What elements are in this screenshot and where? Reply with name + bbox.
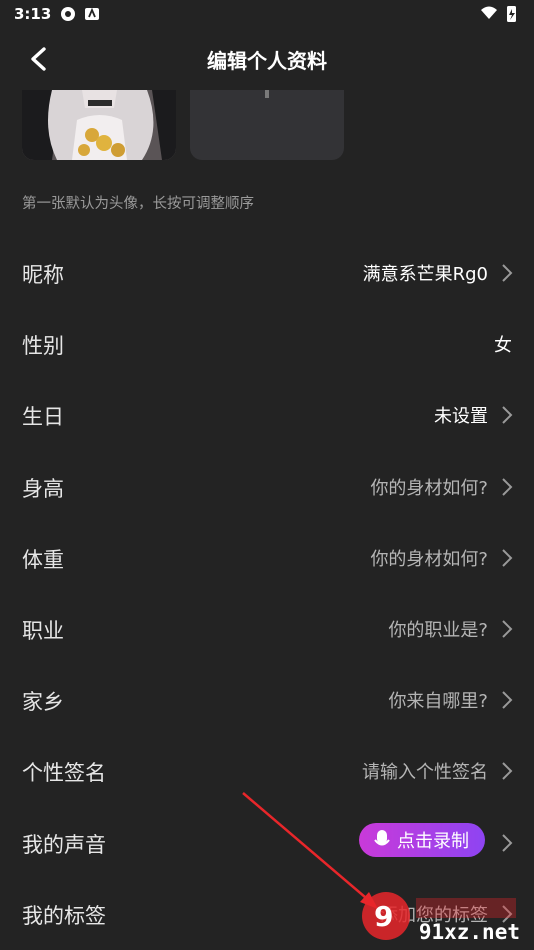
field-value: 你的身材如何?	[370, 478, 488, 499]
field-signature[interactable]: 个性签名 请输入个性签名	[0, 735, 534, 806]
chevron-right-icon	[502, 762, 513, 780]
chevron-right-icon	[502, 478, 513, 496]
watermark-site-text: 91xz.net	[418, 920, 520, 944]
field-hometown[interactable]: 家乡 你来自哪里?	[0, 664, 534, 735]
status-time: 3:13	[14, 5, 52, 23]
field-weight[interactable]: 体重 你的身材如何?	[0, 522, 534, 593]
field-value: 女	[494, 335, 512, 356]
field-birthday[interactable]: 生日 未设置	[0, 379, 534, 450]
avatar-photo[interactable]	[22, 90, 176, 160]
top-bar: 编辑个人资料	[0, 28, 534, 90]
field-label: 家乡	[22, 690, 64, 714]
page-title: 编辑个人资料	[207, 49, 327, 73]
field-label: 我的声音	[22, 833, 106, 857]
chevron-right-icon	[502, 691, 513, 709]
field-value: 未设置	[434, 406, 488, 427]
field-voice[interactable]: 我的声音 点击录制	[0, 807, 534, 878]
field-label: 我的标签	[22, 904, 106, 928]
wifi-icon	[481, 6, 497, 19]
field-label: 个性签名	[22, 761, 106, 785]
field-label: 身高	[22, 477, 64, 501]
chevron-right-icon	[502, 834, 513, 852]
add-photo-slot[interactable]	[190, 90, 344, 160]
app-notification-icon	[61, 7, 75, 21]
wifi-battery-icons	[481, 6, 516, 22]
field-value: 你的身材如何?	[370, 549, 488, 570]
photo-hint-text: 第一张默认为头像，长按可调整顺序	[22, 196, 254, 212]
field-label: 生日	[22, 405, 64, 429]
chevron-right-icon	[502, 549, 513, 567]
field-value: 你来自哪里?	[388, 691, 488, 712]
field-label: 性别	[22, 334, 64, 358]
chevron-right-icon	[502, 620, 513, 638]
field-occupation[interactable]: 职业 你的职业是?	[0, 593, 534, 664]
add-photo-plus-icon	[265, 90, 269, 98]
svg-text:9: 9	[374, 900, 393, 933]
chevron-right-icon	[502, 406, 513, 424]
field-label: 昵称	[22, 263, 64, 287]
keyboard-notification-icon	[85, 7, 99, 20]
status-bar: 3:13	[0, 0, 534, 28]
field-gender[interactable]: 性别 女	[0, 308, 534, 379]
field-label: 体重	[22, 548, 64, 572]
field-nickname[interactable]: 昵称 满意系芒果Rg0	[0, 237, 534, 308]
record-voice-button[interactable]: 点击录制	[359, 823, 485, 857]
field-height[interactable]: 身高 你的身材如何?	[0, 451, 534, 522]
field-value: 你的职业是?	[388, 620, 488, 641]
microphone-icon	[374, 830, 390, 846]
field-value: 请输入个性签名	[362, 762, 488, 783]
field-value: 满意系芒果Rg0	[362, 264, 488, 285]
field-label: 职业	[22, 619, 64, 643]
anime-avatar-image	[22, 90, 176, 160]
record-voice-label: 点击录制	[397, 831, 469, 852]
chevron-right-icon	[502, 264, 513, 282]
